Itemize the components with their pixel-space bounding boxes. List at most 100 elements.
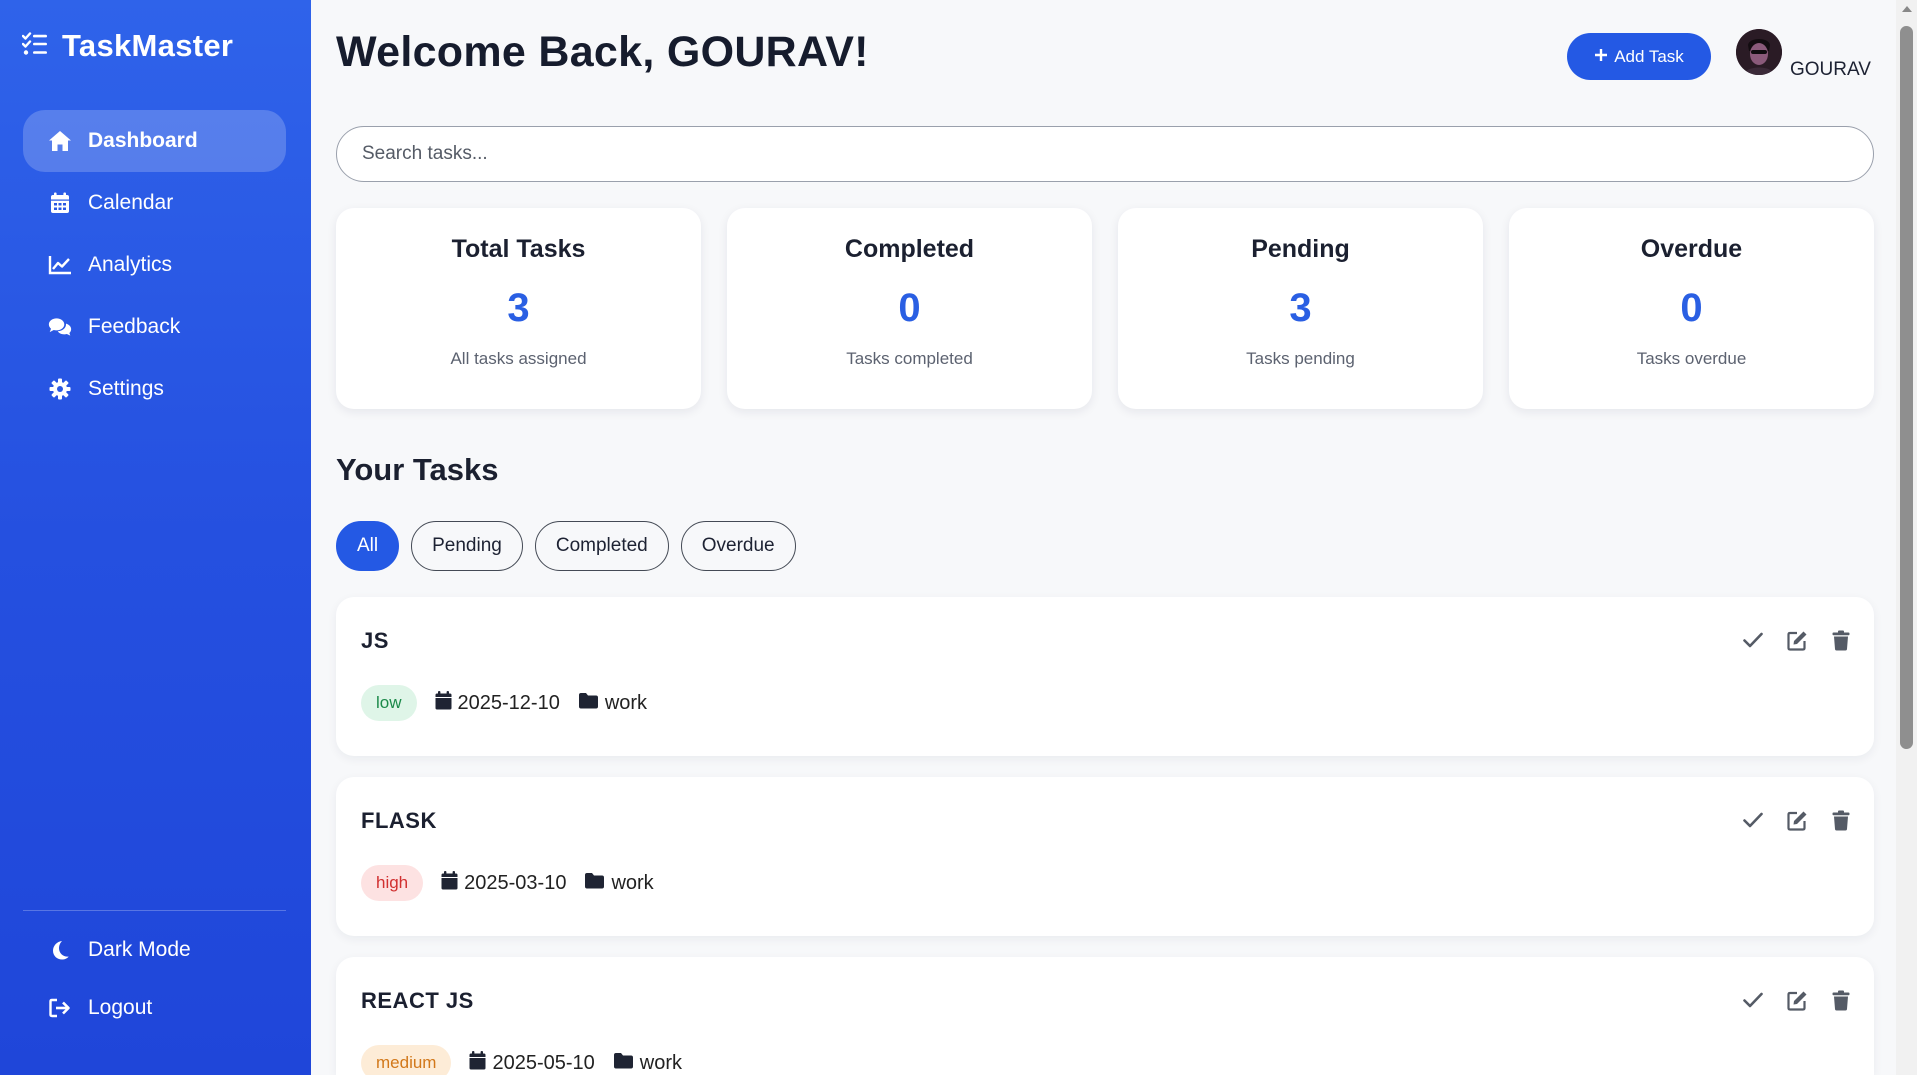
task-category-text: work — [639, 1051, 683, 1074]
task-date: 2025-12-10 — [435, 690, 560, 716]
add-task-button[interactable]: Add Task — [1567, 33, 1711, 80]
sidebar-item-dashboard[interactable]: Dashboard — [23, 110, 286, 172]
add-task-label: Add Task — [1614, 46, 1684, 66]
complete-check-icon[interactable] — [1742, 989, 1764, 1011]
folder-icon — [578, 692, 599, 715]
stat-card-pending: Pending 3 Tasks pending — [1118, 208, 1483, 409]
avatar[interactable] — [1736, 29, 1782, 75]
folder-icon — [613, 1052, 634, 1075]
sidebar: TaskMaster Dashboard Calendar Analytics … — [0, 0, 311, 1075]
task-actions — [1742, 809, 1852, 831]
priority-badge: low — [361, 685, 417, 721]
stat-card-total: Total Tasks 3 All tasks assigned — [336, 208, 701, 409]
gear-icon — [48, 377, 72, 401]
scrollbar[interactable] — [1896, 0, 1917, 1075]
filter-pending[interactable]: Pending — [411, 521, 523, 571]
stat-subtitle: Tasks overdue — [1636, 349, 1747, 368]
page-title: Welcome Back, GOURAV! — [336, 28, 869, 76]
stat-title: Completed — [844, 235, 975, 263]
stat-title: Total Tasks — [451, 235, 586, 263]
stat-value: 3 — [507, 286, 530, 330]
priority-badge: medium — [361, 1045, 452, 1075]
user-name[interactable]: GOURAV — [1790, 59, 1871, 81]
home-icon — [48, 129, 72, 153]
filter-overdue[interactable]: Overdue — [680, 521, 796, 571]
sidebar-item-label: Dark Mode — [88, 938, 191, 961]
task-card: REACT JS medium 2025-05-10 work — [336, 957, 1874, 1075]
stat-value: 0 — [1680, 286, 1703, 330]
sidebar-item-label: Feedback — [88, 315, 181, 338]
task-card: JS low 2025-12-10 work — [336, 597, 1874, 756]
task-date: 2025-05-10 — [469, 1050, 595, 1075]
task-card: FLASK high 2025-03-10 work — [336, 777, 1874, 936]
task-title: FLASK — [361, 808, 437, 833]
stat-title: Pending — [1251, 235, 1350, 263]
search-input[interactable] — [336, 126, 1874, 182]
filter-completed[interactable]: Completed — [534, 521, 669, 571]
delete-trash-icon[interactable] — [1830, 989, 1852, 1011]
task-category: work — [578, 692, 647, 715]
stat-subtitle: Tasks completed — [846, 349, 973, 368]
calendar-icon — [435, 690, 452, 716]
sidebar-item-label: Calendar — [88, 191, 174, 214]
stat-card-overdue: Overdue 0 Tasks overdue — [1509, 208, 1874, 409]
dark-mode-toggle[interactable]: Dark Mode — [23, 921, 286, 979]
delete-trash-icon[interactable] — [1830, 629, 1852, 651]
scroll-up-arrow[interactable] — [1902, 6, 1912, 12]
main-content: Welcome Back, GOURAV! Add Task GOURAV To… — [311, 0, 1896, 1075]
edit-icon[interactable] — [1786, 629, 1808, 651]
brand[interactable]: TaskMaster — [21, 28, 234, 64]
task-date-text: 2025-05-10 — [492, 1051, 595, 1074]
complete-check-icon[interactable] — [1742, 809, 1764, 831]
task-category-text: work — [604, 691, 648, 714]
sidebar-nav: Dashboard Calendar Analytics Feedback Se… — [23, 110, 286, 420]
task-list-icon — [21, 31, 48, 61]
sidebar-item-label: Dashboard — [88, 129, 198, 152]
task-title: JS — [361, 628, 389, 653]
stat-card-completed: Completed 0 Tasks completed — [727, 208, 1092, 409]
calendar-icon — [469, 1050, 486, 1075]
task-meta: low 2025-12-10 work — [361, 685, 647, 721]
stat-value: 3 — [1289, 286, 1312, 330]
task-meta: high 2025-03-10 work — [361, 865, 654, 901]
task-category: work — [584, 871, 654, 895]
sidebar-item-label: Logout — [88, 996, 153, 1019]
stats-row: Total Tasks 3 All tasks assigned Complet… — [336, 208, 1874, 409]
task-date-text: 2025-03-10 — [464, 871, 567, 894]
sidebar-item-label: Settings — [88, 377, 164, 400]
edit-icon[interactable] — [1786, 989, 1808, 1011]
task-category-text: work — [611, 871, 654, 894]
plus-icon — [1594, 47, 1608, 67]
logout-button[interactable]: Logout — [23, 979, 286, 1037]
sidebar-item-calendar[interactable]: Calendar — [23, 172, 286, 234]
moon-icon — [48, 938, 72, 962]
task-filters: All Pending Completed Overdue — [336, 521, 796, 571]
task-title: REACT JS — [361, 988, 474, 1013]
section-title: Your Tasks — [336, 452, 499, 487]
stat-subtitle: Tasks pending — [1246, 349, 1355, 368]
app-title: TaskMaster — [62, 28, 234, 63]
scroll-thumb[interactable] — [1900, 26, 1913, 749]
task-category: work — [613, 1052, 682, 1075]
folder-icon — [584, 872, 605, 895]
task-date: 2025-03-10 — [441, 870, 567, 896]
sidebar-item-label: Analytics — [88, 253, 173, 276]
stat-value: 0 — [898, 286, 921, 330]
task-actions — [1742, 989, 1852, 1011]
filter-all[interactable]: All — [336, 521, 400, 571]
complete-check-icon[interactable] — [1742, 629, 1764, 651]
calendar-icon — [441, 870, 458, 896]
stat-subtitle: All tasks assigned — [450, 349, 587, 368]
sidebar-divider — [23, 910, 286, 911]
logout-icon — [48, 996, 72, 1020]
comments-icon — [48, 315, 72, 339]
delete-trash-icon[interactable] — [1830, 809, 1852, 831]
sidebar-bottom-nav: Dark Mode Logout — [23, 921, 286, 1037]
sidebar-item-settings[interactable]: Settings — [23, 358, 286, 420]
edit-icon[interactable] — [1786, 809, 1808, 831]
calendar-icon — [48, 191, 72, 215]
sidebar-item-analytics[interactable]: Analytics — [23, 234, 286, 296]
sidebar-item-feedback[interactable]: Feedback — [23, 296, 286, 358]
stat-title: Overdue — [1640, 235, 1743, 263]
task-date-text: 2025-12-10 — [457, 691, 560, 714]
